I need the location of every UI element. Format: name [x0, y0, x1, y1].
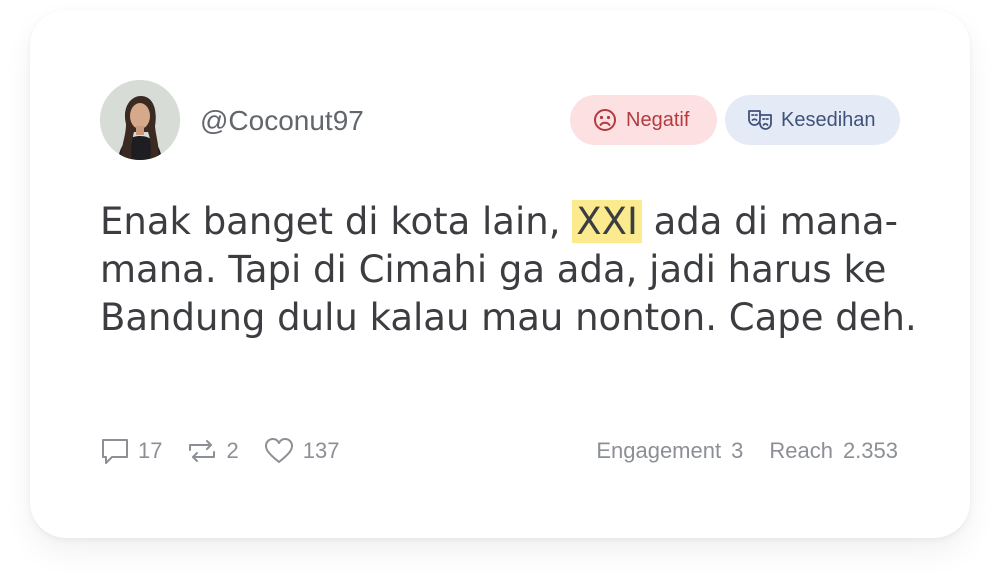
- comments-stat[interactable]: 17: [100, 436, 162, 466]
- reach-label: Reach: [769, 438, 833, 463]
- emotion-label: Kesedihan: [781, 108, 876, 131]
- engagement-label: Engagement: [596, 438, 722, 463]
- author-handle[interactable]: @Coconut97: [200, 104, 364, 138]
- sentiment-label: Negatif: [626, 108, 690, 131]
- post-metrics: Engagement 3 Reach 2.353: [570, 433, 898, 469]
- post-text-before: Enak banget di kota lain,: [100, 200, 573, 243]
- theater-masks-icon: [747, 107, 773, 133]
- comments-count: 17: [138, 438, 163, 463]
- reach-value: 2.353: [842, 438, 898, 463]
- post-card: @Coconut97 Negatif Kesedihan Enak banget…: [30, 10, 970, 538]
- retweets-count: 2: [226, 438, 239, 463]
- comment-icon: [102, 439, 128, 464]
- likes-count: 137: [302, 438, 340, 463]
- retweet-icon: [189, 440, 216, 462]
- reach-metric: Reach 2.353: [769, 438, 898, 464]
- likes-stat[interactable]: 137: [263, 436, 340, 466]
- post-text: Enak banget di kota lain, XXI ada di man…: [100, 198, 920, 342]
- post-stats: 17 2 137: [100, 433, 363, 469]
- retweets-stat[interactable]: 2: [186, 436, 239, 466]
- engagement-metric: Engagement 3: [596, 438, 743, 464]
- avatar[interactable]: [100, 80, 180, 160]
- heart-icon: [264, 438, 293, 463]
- engagement-value: 3: [731, 438, 744, 463]
- emotion-badge[interactable]: Kesedihan: [725, 95, 900, 145]
- sentiment-badge[interactable]: Negatif: [570, 95, 717, 145]
- highlighted-keyword: XXI: [572, 200, 642, 243]
- sad-face-icon: [592, 107, 618, 133]
